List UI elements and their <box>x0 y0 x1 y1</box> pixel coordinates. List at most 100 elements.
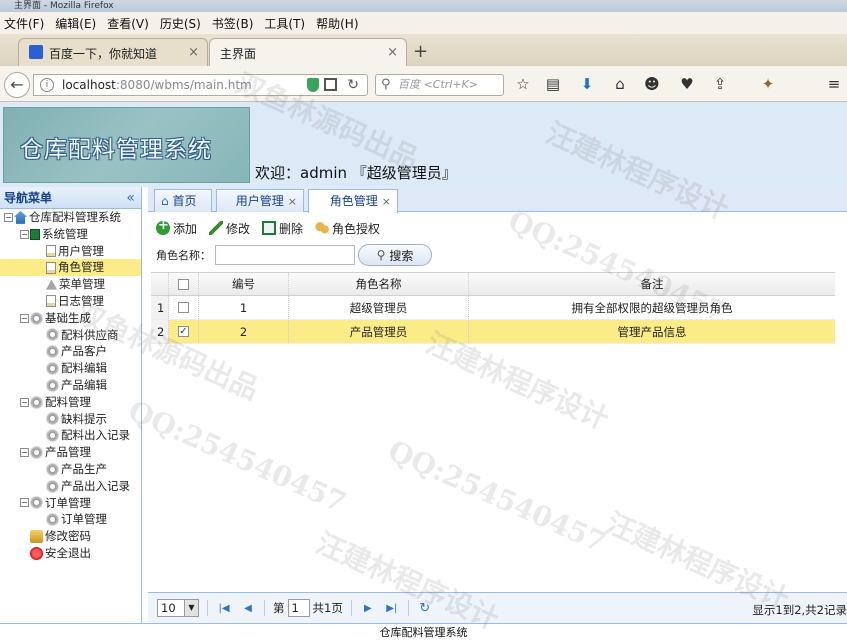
pocket-icon[interactable]: ♥ <box>679 76 695 92</box>
browser-tab-main[interactable]: 主界面 × <box>209 38 407 66</box>
hamburger-menu-icon[interactable]: ≡ <box>826 76 842 92</box>
collapse-toggle-icon[interactable]: − <box>20 229 29 239</box>
collapse-icon[interactable]: « <box>126 187 135 209</box>
first-page-icon[interactable]: |◀ <box>216 603 232 614</box>
collapse-toggle-icon[interactable]: − <box>20 397 29 407</box>
tab-strip: ⌂ 首页 用户管理 × 角色管理 × <box>148 187 847 213</box>
select-all-checkbox[interactable] <box>178 278 189 290</box>
sidebar-item[interactable]: − 基础生成 <box>0 310 141 327</box>
refresh-icon[interactable]: ↻ <box>417 601 433 616</box>
row-number: 2 <box>151 320 169 343</box>
delete-button[interactable]: 删除 <box>262 220 303 237</box>
collapse-toggle-icon[interactable]: − <box>4 212 13 222</box>
browser-tab-baidu[interactable]: 百度一下，你就知道 × <box>18 38 208 66</box>
shield-icon[interactable] <box>307 78 319 92</box>
new-tab-icon[interactable]: + <box>413 41 428 62</box>
menu-view[interactable]: 查看(V) <box>107 15 149 32</box>
sidebar-item[interactable]: 产品编辑 <box>0 377 141 394</box>
sidebar-item[interactable]: 配料编辑 <box>0 360 141 377</box>
extension-icon[interactable]: ✦ <box>760 76 776 92</box>
sidebar-item[interactable]: − 产品管理 <box>0 444 141 461</box>
home-icon[interactable]: ⌂ <box>612 76 628 92</box>
row-checkbox[interactable]: ✓ <box>178 326 189 337</box>
row-checkbox-cell: ✓ <box>169 320 199 343</box>
bookmark-star-icon[interactable]: ☆ <box>515 76 531 92</box>
collapse-toggle-icon[interactable]: − <box>20 313 29 323</box>
last-page-icon[interactable]: ▶| <box>384 603 400 614</box>
sidebar-item[interactable]: − 仓库配料管理系统 <box>0 209 141 226</box>
qr-code-icon[interactable] <box>324 78 337 91</box>
sidebar-item[interactable]: 配料出入记录 <box>0 427 141 444</box>
tab-user-management[interactable]: 用户管理 × <box>216 189 304 212</box>
sidebar-item-label: 角色管理 <box>58 260 104 275</box>
sidebar-item[interactable]: − 订单管理 <box>0 495 141 512</box>
collapse-toggle-icon[interactable]: − <box>20 498 29 508</box>
row-checkbox[interactable] <box>178 302 189 313</box>
collapse-toggle-icon[interactable]: − <box>20 448 29 458</box>
sidebar-item[interactable]: 日志管理 <box>0 293 141 310</box>
sidebar-item[interactable]: − 配料管理 <box>0 394 141 411</box>
sidebar-item-label: 修改密码 <box>45 529 91 544</box>
search-icon: ⚲ <box>376 248 386 262</box>
grant-role-button[interactable]: 角色授权 <box>315 220 380 237</box>
smiley-icon[interactable]: ☻ <box>644 76 660 92</box>
grid-toolbar: 添加 修改 删除 角色授权 <box>148 217 847 239</box>
close-tab-icon[interactable]: × <box>188 45 199 60</box>
menu-bookmarks[interactable]: 书签(B) <box>212 15 254 32</box>
header-note[interactable]: 备注 <box>469 273 835 295</box>
share-icon[interactable]: ⇪ <box>712 76 728 92</box>
bookmarks-list-icon[interactable]: ▤ <box>545 76 561 92</box>
edit-button[interactable]: 修改 <box>209 220 250 237</box>
add-button[interactable]: 添加 <box>156 218 197 237</box>
page-size-select[interactable]: 10 ▼ <box>157 599 199 617</box>
sidebar-item[interactable]: 产品客户 <box>0 343 141 360</box>
gear-icon <box>46 362 59 376</box>
tab-home[interactable]: ⌂ 首页 <box>154 189 212 212</box>
sidebar-item[interactable]: 订单管理 <box>0 511 141 528</box>
prev-page-icon[interactable]: ◀ <box>240 603 256 614</box>
back-arrow-icon[interactable]: ← <box>4 72 30 98</box>
welcome-text: 欢迎：admin 『超级管理员』 <box>255 164 457 182</box>
close-tab-icon[interactable]: × <box>387 45 398 60</box>
reload-icon[interactable]: ↻ <box>347 75 359 95</box>
menu-history[interactable]: 历史(S) <box>160 15 201 32</box>
sidebar-item[interactable]: 产品出入记录 <box>0 478 141 495</box>
info-icon[interactable]: i <box>40 78 54 92</box>
page-number-input[interactable]: 1 <box>287 599 310 617</box>
pencil-icon <box>209 221 224 235</box>
exit-icon <box>30 546 43 560</box>
browser-search-input[interactable]: ⚲ 百度 <Ctrl+K> <box>375 74 504 96</box>
sidebar-item-label: 配料编辑 <box>61 361 107 376</box>
header-id[interactable]: 编号 <box>199 273 289 295</box>
gear-icon <box>46 513 59 527</box>
sidebar-item[interactable]: 菜单管理 <box>0 276 141 293</box>
table-row[interactable]: 2 ✓ 2 产品管理员 管理产品信息 <box>151 320 835 344</box>
tab-role-management[interactable]: 角色管理 × <box>308 189 398 213</box>
sidebar-item-label: 配料出入记录 <box>61 428 130 443</box>
menu-edit[interactable]: 编辑(E) <box>55 15 96 32</box>
sidebar-item[interactable]: 产品生产 <box>0 461 141 478</box>
row-checkbox-cell <box>169 296 199 319</box>
role-name-input[interactable] <box>215 245 355 265</box>
table-row[interactable]: 1 1 超级管理员 拥有全部权限的超级管理员角色 <box>151 296 835 320</box>
sidebar-item[interactable]: 缺料提示 <box>0 411 141 428</box>
close-tab-icon[interactable]: × <box>382 195 391 208</box>
menu-help[interactable]: 帮助(H) <box>316 15 358 32</box>
sidebar-item[interactable]: 安全退出 <box>0 545 141 562</box>
window-title: 主界面 - Mozilla Firefox <box>0 0 847 12</box>
sidebar-item[interactable]: 用户管理 <box>0 243 141 260</box>
search-button[interactable]: ⚲ 搜索 <box>358 244 432 266</box>
download-icon[interactable]: ⬇ <box>579 76 595 92</box>
menu-file[interactable]: 文件(F) <box>4 15 44 32</box>
grid-header-row: 编号 角色名称 备注 <box>151 272 835 296</box>
menu-tools[interactable]: 工具(T) <box>264 15 305 32</box>
sidebar-item[interactable]: 配料供应商 <box>0 327 141 344</box>
close-tab-icon[interactable]: × <box>288 195 297 208</box>
sidebar-item[interactable]: 修改密码 <box>0 528 141 545</box>
next-page-icon[interactable]: ▶ <box>360 603 376 614</box>
sidebar-item[interactable]: − 系统管理 <box>0 226 141 243</box>
url-bar[interactable]: i localhost:8080/wbms/main.htm ↻ <box>33 74 368 96</box>
sidebar-item[interactable]: 角色管理 <box>0 259 141 277</box>
header-role-name[interactable]: 角色名称 <box>289 273 469 295</box>
cell-id: 1 <box>199 296 289 319</box>
